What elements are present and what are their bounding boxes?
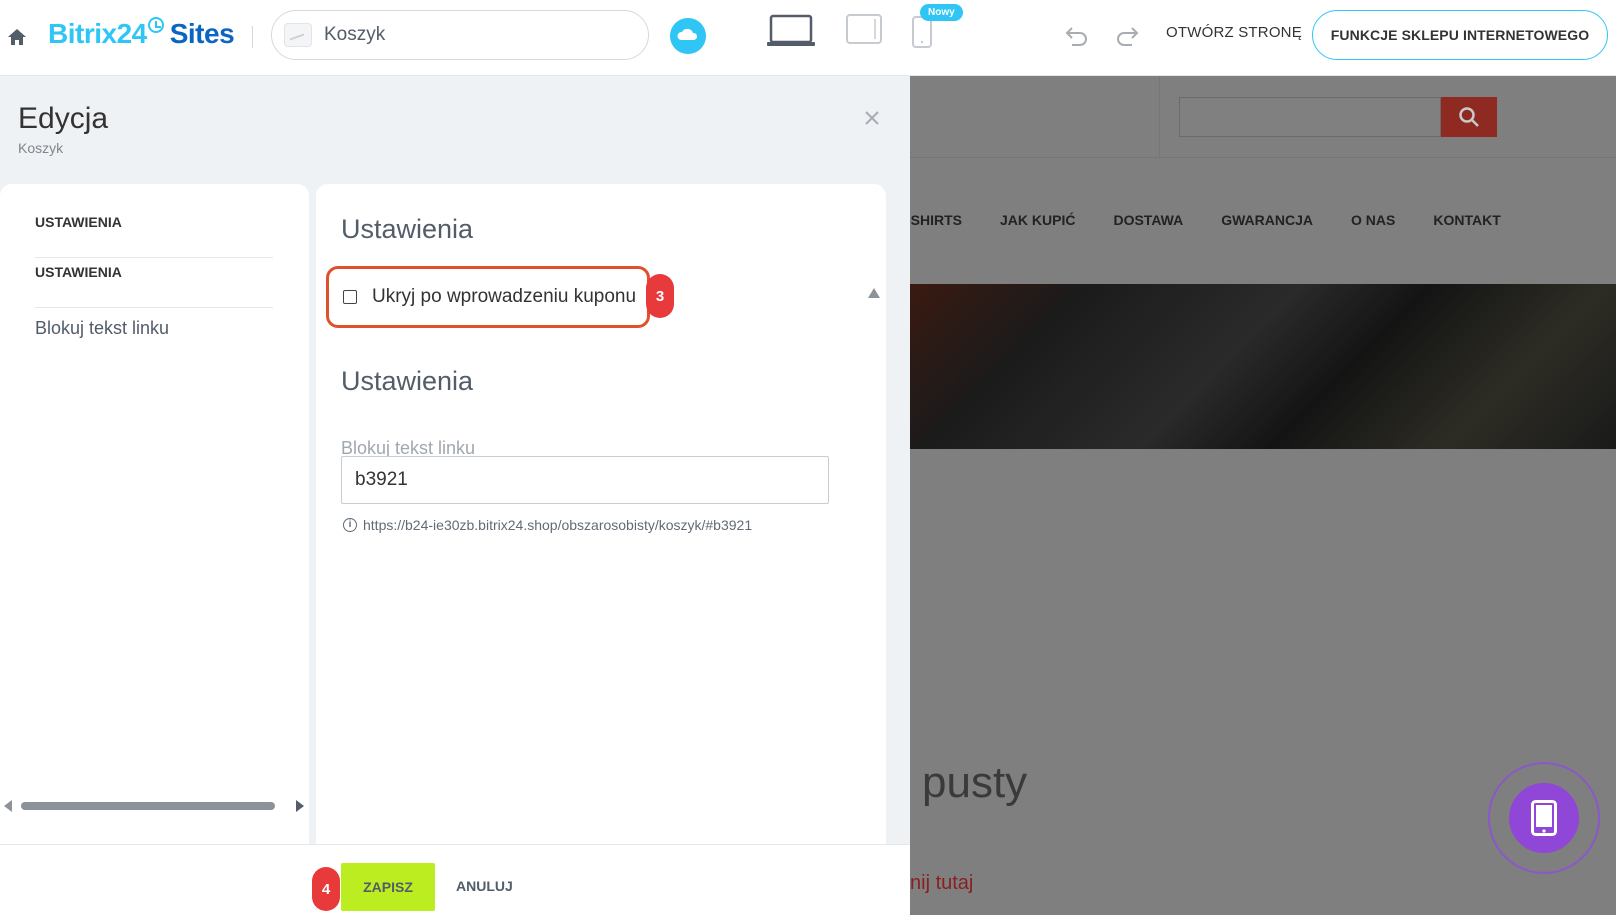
preview-nav-item: GWARANCJA (1221, 212, 1313, 228)
shop-features-button[interactable]: FUNKCJE SKLEPU INTERNETOWEGO (1312, 10, 1608, 60)
hide-after-coupon-checkbox-row[interactable]: Ukryj po wprowadzeniu kuponu (326, 266, 650, 328)
search-icon (1459, 107, 1479, 127)
editor-content: Ustawienia Ukryj po wprowadzeniu kuponu … (316, 184, 886, 844)
preview-search-input (1179, 97, 1441, 137)
preview-nav-item: -SHIRTS (910, 212, 962, 228)
cloud-icon[interactable] (670, 18, 706, 54)
checkbox-label: Ukryj po wprowadzeniu kuponu (372, 286, 637, 307)
step-badge-3: 3 (646, 274, 674, 318)
editor-panel: Edycja Koszyk USTAWIENIA USTAWIENIA Blok… (0, 76, 910, 915)
preview-header-divider (1159, 76, 1160, 158)
mobile-preview-inner (1509, 783, 1579, 853)
editor-sidebar: USTAWIENIA USTAWIENIA Blokuj tekst linku (0, 184, 309, 844)
bitrix24-logo[interactable]: Bitrix24 Sites (48, 17, 235, 50)
scroll-up-arrow-icon[interactable] (868, 288, 880, 298)
page-thumbnail-icon (284, 23, 312, 47)
editor-title: Edycja (18, 102, 109, 135)
preview-nav-item: DOSTAWA (1113, 212, 1184, 228)
redo-icon[interactable] (1114, 22, 1140, 48)
undo-icon[interactable] (1064, 22, 1090, 48)
sidebar-item-link-text[interactable]: Blokuj tekst linku (35, 318, 273, 358)
smartphone-icon (1531, 800, 1557, 836)
tablet-icon[interactable] (846, 14, 882, 44)
sidebar-item-settings[interactable]: USTAWIENIA (35, 214, 273, 258)
desktop-icon[interactable] (766, 14, 816, 48)
link-hint-text: https://b24-ie30zb.bitrix24.shop/obszaro… (363, 517, 753, 533)
logo-text: Bitrix24 (48, 18, 147, 49)
preview-banner (910, 284, 1616, 449)
step-badge-4: 4 (312, 867, 340, 911)
editor-footer: 4 ZAPISZ ANULUJ (0, 844, 910, 915)
editor-subtitle: Koszyk (18, 140, 64, 156)
section-title: Ustawienia (341, 366, 474, 396)
page-selector[interactable]: Koszyk (271, 10, 649, 60)
preview-link-text: nij tutaj (910, 872, 974, 894)
preview-nav-item: KONTAKT (1433, 212, 1501, 228)
cancel-button[interactable]: ANULUJ (456, 878, 513, 894)
mobile-preview-button[interactable] (1488, 762, 1600, 874)
section-title: Ustawienia (341, 214, 474, 244)
sidebar-item-settings[interactable]: USTAWIENIA (35, 264, 273, 308)
page-name: Koszyk (324, 24, 386, 45)
save-button[interactable]: ZAPISZ (341, 863, 435, 911)
link-text-field[interactable]: b3921 (341, 456, 829, 504)
preview-nav: -SHIRTS JAK KUPIĆ DOSTAWA GWARANCJA O NA… (910, 212, 1539, 228)
logo-sites-text: Sites (169, 18, 235, 49)
horizontal-scrollbar[interactable] (4, 799, 304, 813)
info-icon: i (343, 518, 357, 532)
home-icon[interactable] (6, 26, 28, 48)
hide-after-coupon-checkbox[interactable] (343, 290, 357, 304)
new-badge: Nowy (920, 4, 963, 21)
logo-divider (252, 26, 253, 48)
top-bar: Bitrix24 Sites Koszyk Nowy OTWÓRZ STRONĘ … (0, 0, 1616, 76)
clock-icon (147, 17, 164, 33)
link-hint: i https://b24-ie30zb.bitrix24.shop/obsza… (343, 517, 752, 533)
preview-search-button (1441, 97, 1497, 137)
close-icon[interactable] (862, 108, 882, 128)
preview-empty-cart-title: pusty (922, 758, 1028, 807)
preview-nav-item: JAK KUPIĆ (1000, 212, 1076, 228)
open-page-link[interactable]: OTWÓRZ STRONĘ (1166, 24, 1302, 41)
preview-nav-item: O NAS (1351, 212, 1396, 228)
